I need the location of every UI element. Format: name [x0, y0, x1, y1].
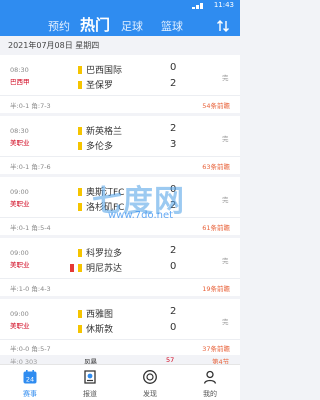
away-score: 0: [170, 261, 177, 272]
league-name: 美职业: [10, 322, 30, 330]
nav-label: 发现: [143, 390, 157, 398]
nav-label: 赛事: [23, 390, 37, 398]
peek-left: 半:0 303: [10, 358, 38, 364]
match-status: 完: [222, 318, 229, 326]
away-team: 多伦多: [78, 139, 113, 152]
signal-icon: [192, 2, 210, 9]
home-score: 2: [170, 123, 177, 134]
home-score: 0: [170, 62, 177, 73]
report-icon: [82, 369, 98, 385]
home-team: 新英格兰: [78, 124, 122, 137]
nav-discover[interactable]: 发现: [120, 365, 180, 400]
tab-football[interactable]: 足球: [121, 18, 143, 34]
match-time: 09:00: [10, 249, 29, 257]
home-team: 巴西国际: [78, 63, 122, 76]
match-status: 完: [222, 135, 229, 143]
match-status: 完: [222, 74, 229, 82]
preview-count[interactable]: 63条前瞻: [202, 161, 230, 171]
rank-badge: [78, 248, 82, 257]
watermark-url: www.7do.net: [108, 210, 174, 221]
status-bar: 11:43: [0, 0, 240, 12]
away-team: 明尼苏达: [70, 261, 122, 274]
red-card-icon: [70, 263, 74, 272]
preview-count[interactable]: 54条前瞻: [202, 100, 230, 110]
peek-period: 第4节: [212, 358, 230, 364]
preview-count[interactable]: 19条前瞻: [202, 283, 230, 293]
divider: [0, 339, 240, 340]
profile-icon: [202, 369, 218, 385]
rank-badge: [78, 324, 82, 333]
match-card[interactable]: 08:30 美职业 新英格兰 多伦多 2 3 完 半:0-1 角:7-6 63条…: [0, 116, 240, 174]
bottom-navigation: 24 赛事 报道 发现 我的: [0, 364, 240, 400]
league-name: 美职业: [10, 261, 30, 269]
nav-profile[interactable]: 我的: [180, 365, 240, 400]
half-corner-stats: 半:0-1 角:7-3: [10, 102, 51, 110]
match-time: 08:30: [10, 127, 29, 135]
divider: [0, 95, 240, 96]
half-corner-stats: 半:0-1 角:7-6: [10, 163, 51, 171]
home-team: 科罗拉多: [78, 246, 122, 259]
match-status: 完: [222, 257, 229, 265]
match-time: 09:00: [10, 188, 29, 196]
match-time: 08:30: [10, 66, 29, 74]
rank-badge: [78, 263, 82, 272]
away-score: 2: [170, 78, 177, 89]
home-score: 2: [170, 245, 177, 256]
tab-reserve[interactable]: 预约: [48, 18, 70, 34]
date-label: 2021年07月08日 星期四: [8, 41, 100, 50]
rank-badge: [78, 187, 82, 196]
rank-badge: [78, 141, 82, 150]
away-score: 3: [170, 139, 177, 150]
away-team: 休斯敦: [78, 322, 113, 335]
divider: [0, 156, 240, 157]
match-card[interactable]: 09:00 美职业 科罗拉多 明尼苏达 2 0 完 半:1-0 角:4-3 19…: [0, 238, 240, 296]
discover-icon: [142, 369, 158, 385]
rank-badge: [78, 309, 82, 318]
match-card[interactable]: 09:00 美职业 西雅图 休斯敦 2 0 完 半:0-0 角:5-7 37条前…: [0, 299, 240, 355]
match-time: 09:00: [10, 310, 29, 318]
nav-label: 我的: [203, 390, 217, 398]
rank-badge: [78, 126, 82, 135]
preview-count[interactable]: 61条前瞻: [202, 222, 230, 232]
divider: [0, 278, 240, 279]
league-name: 巴西甲: [10, 78, 30, 86]
tab-hot[interactable]: 热门: [80, 14, 110, 35]
tab-basketball[interactable]: 篮球: [161, 18, 183, 34]
home-score: 2: [170, 306, 177, 317]
half-corner-stats: 半:0-0 角:5-7: [10, 345, 51, 353]
league-name: 美职业: [10, 200, 30, 208]
sort-icon[interactable]: [216, 19, 230, 35]
match-status: 完: [222, 196, 229, 204]
away-score: 0: [170, 322, 177, 333]
date-bar: 2021年07月08日 星期四: [0, 36, 240, 54]
half-corner-stats: 半:1-0 角:4-3: [10, 285, 51, 293]
peek-team: 风暴: [84, 358, 97, 364]
rank-badge: [78, 80, 82, 89]
peek-score: 57: [166, 356, 175, 364]
preview-count[interactable]: 37条前瞻: [202, 343, 230, 353]
partial-match-row: 半:0 303 风暴 57 第4节: [0, 356, 240, 364]
status-time: 11:43: [213, 1, 234, 9]
home-team: 西雅图: [78, 307, 113, 320]
league-name: 美职业: [10, 139, 30, 147]
nav-label: 报道: [83, 390, 97, 398]
svg-text:24: 24: [26, 376, 34, 384]
calendar-icon: 24: [22, 369, 38, 385]
nav-matches[interactable]: 24 赛事: [0, 365, 60, 400]
rank-badge: [78, 202, 82, 211]
half-corner-stats: 半:0-1 角:5-4: [10, 224, 51, 232]
rank-badge: [78, 65, 82, 74]
match-card[interactable]: 08:30 巴西甲 巴西国际 圣保罗 0 2 完 半:0-1 角:7-3 54条…: [0, 55, 240, 113]
away-team: 圣保罗: [78, 78, 113, 91]
nav-reports[interactable]: 报道: [60, 365, 120, 400]
